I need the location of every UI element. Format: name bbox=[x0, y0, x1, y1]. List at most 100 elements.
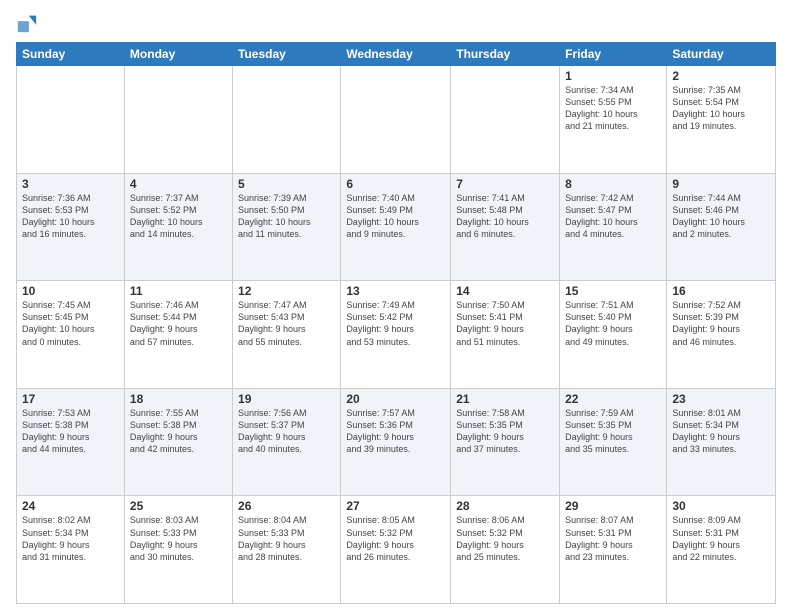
day-number: 15 bbox=[565, 284, 661, 298]
day-info: Sunrise: 7:45 AM Sunset: 5:45 PM Dayligh… bbox=[22, 299, 119, 348]
page: SundayMondayTuesdayWednesdayThursdayFrid… bbox=[0, 0, 792, 612]
calendar-cell: 14Sunrise: 7:50 AM Sunset: 5:41 PM Dayli… bbox=[451, 281, 560, 389]
day-info: Sunrise: 7:55 AM Sunset: 5:38 PM Dayligh… bbox=[130, 407, 227, 456]
logo bbox=[16, 12, 42, 34]
calendar-cell: 10Sunrise: 7:45 AM Sunset: 5:45 PM Dayli… bbox=[17, 281, 125, 389]
day-info: Sunrise: 7:59 AM Sunset: 5:35 PM Dayligh… bbox=[565, 407, 661, 456]
calendar-cell: 27Sunrise: 8:05 AM Sunset: 5:32 PM Dayli… bbox=[341, 496, 451, 604]
calendar-cell: 4Sunrise: 7:37 AM Sunset: 5:52 PM Daylig… bbox=[124, 173, 232, 281]
weekday-header-saturday: Saturday bbox=[667, 43, 776, 66]
day-number: 22 bbox=[565, 392, 661, 406]
day-number: 12 bbox=[238, 284, 335, 298]
day-info: Sunrise: 7:58 AM Sunset: 5:35 PM Dayligh… bbox=[456, 407, 554, 456]
calendar-cell: 15Sunrise: 7:51 AM Sunset: 5:40 PM Dayli… bbox=[560, 281, 667, 389]
calendar-cell: 6Sunrise: 7:40 AM Sunset: 5:49 PM Daylig… bbox=[341, 173, 451, 281]
day-info: Sunrise: 7:34 AM Sunset: 5:55 PM Dayligh… bbox=[565, 84, 661, 133]
weekday-header-row: SundayMondayTuesdayWednesdayThursdayFrid… bbox=[17, 43, 776, 66]
calendar-cell bbox=[233, 66, 341, 174]
calendar-cell: 11Sunrise: 7:46 AM Sunset: 5:44 PM Dayli… bbox=[124, 281, 232, 389]
day-number: 9 bbox=[672, 177, 770, 191]
day-info: Sunrise: 8:02 AM Sunset: 5:34 PM Dayligh… bbox=[22, 514, 119, 563]
day-info: Sunrise: 8:05 AM Sunset: 5:32 PM Dayligh… bbox=[346, 514, 445, 563]
logo-icon bbox=[16, 12, 38, 34]
day-number: 10 bbox=[22, 284, 119, 298]
day-number: 13 bbox=[346, 284, 445, 298]
day-number: 29 bbox=[565, 499, 661, 513]
calendar-cell: 16Sunrise: 7:52 AM Sunset: 5:39 PM Dayli… bbox=[667, 281, 776, 389]
day-number: 2 bbox=[672, 69, 770, 83]
day-number: 5 bbox=[238, 177, 335, 191]
calendar-cell: 28Sunrise: 8:06 AM Sunset: 5:32 PM Dayli… bbox=[451, 496, 560, 604]
day-number: 20 bbox=[346, 392, 445, 406]
day-info: Sunrise: 7:41 AM Sunset: 5:48 PM Dayligh… bbox=[456, 192, 554, 241]
day-number: 30 bbox=[672, 499, 770, 513]
calendar-cell: 26Sunrise: 8:04 AM Sunset: 5:33 PM Dayli… bbox=[233, 496, 341, 604]
calendar-cell: 12Sunrise: 7:47 AM Sunset: 5:43 PM Dayli… bbox=[233, 281, 341, 389]
day-info: Sunrise: 8:07 AM Sunset: 5:31 PM Dayligh… bbox=[565, 514, 661, 563]
calendar-cell: 24Sunrise: 8:02 AM Sunset: 5:34 PM Dayli… bbox=[17, 496, 125, 604]
calendar-cell: 1Sunrise: 7:34 AM Sunset: 5:55 PM Daylig… bbox=[560, 66, 667, 174]
weekday-header-sunday: Sunday bbox=[17, 43, 125, 66]
calendar-week-5: 24Sunrise: 8:02 AM Sunset: 5:34 PM Dayli… bbox=[17, 496, 776, 604]
day-number: 17 bbox=[22, 392, 119, 406]
day-number: 23 bbox=[672, 392, 770, 406]
calendar-cell: 13Sunrise: 7:49 AM Sunset: 5:42 PM Dayli… bbox=[341, 281, 451, 389]
calendar-cell: 30Sunrise: 8:09 AM Sunset: 5:31 PM Dayli… bbox=[667, 496, 776, 604]
day-info: Sunrise: 8:01 AM Sunset: 5:34 PM Dayligh… bbox=[672, 407, 770, 456]
weekday-header-wednesday: Wednesday bbox=[341, 43, 451, 66]
day-info: Sunrise: 8:09 AM Sunset: 5:31 PM Dayligh… bbox=[672, 514, 770, 563]
day-info: Sunrise: 7:56 AM Sunset: 5:37 PM Dayligh… bbox=[238, 407, 335, 456]
calendar-cell: 19Sunrise: 7:56 AM Sunset: 5:37 PM Dayli… bbox=[233, 388, 341, 496]
calendar-cell: 9Sunrise: 7:44 AM Sunset: 5:46 PM Daylig… bbox=[667, 173, 776, 281]
calendar-week-3: 10Sunrise: 7:45 AM Sunset: 5:45 PM Dayli… bbox=[17, 281, 776, 389]
calendar-week-2: 3Sunrise: 7:36 AM Sunset: 5:53 PM Daylig… bbox=[17, 173, 776, 281]
day-number: 25 bbox=[130, 499, 227, 513]
calendar-cell: 18Sunrise: 7:55 AM Sunset: 5:38 PM Dayli… bbox=[124, 388, 232, 496]
day-number: 3 bbox=[22, 177, 119, 191]
calendar-cell: 3Sunrise: 7:36 AM Sunset: 5:53 PM Daylig… bbox=[17, 173, 125, 281]
day-number: 8 bbox=[565, 177, 661, 191]
day-number: 7 bbox=[456, 177, 554, 191]
weekday-header-friday: Friday bbox=[560, 43, 667, 66]
weekday-header-thursday: Thursday bbox=[451, 43, 560, 66]
calendar-cell: 5Sunrise: 7:39 AM Sunset: 5:50 PM Daylig… bbox=[233, 173, 341, 281]
weekday-header-monday: Monday bbox=[124, 43, 232, 66]
day-info: Sunrise: 8:06 AM Sunset: 5:32 PM Dayligh… bbox=[456, 514, 554, 563]
calendar-cell: 8Sunrise: 7:42 AM Sunset: 5:47 PM Daylig… bbox=[560, 173, 667, 281]
day-number: 19 bbox=[238, 392, 335, 406]
calendar-cell bbox=[341, 66, 451, 174]
day-number: 28 bbox=[456, 499, 554, 513]
day-number: 16 bbox=[672, 284, 770, 298]
day-info: Sunrise: 7:35 AM Sunset: 5:54 PM Dayligh… bbox=[672, 84, 770, 133]
day-info: Sunrise: 7:46 AM Sunset: 5:44 PM Dayligh… bbox=[130, 299, 227, 348]
calendar-cell: 23Sunrise: 8:01 AM Sunset: 5:34 PM Dayli… bbox=[667, 388, 776, 496]
day-info: Sunrise: 7:51 AM Sunset: 5:40 PM Dayligh… bbox=[565, 299, 661, 348]
calendar-week-1: 1Sunrise: 7:34 AM Sunset: 5:55 PM Daylig… bbox=[17, 66, 776, 174]
day-info: Sunrise: 8:04 AM Sunset: 5:33 PM Dayligh… bbox=[238, 514, 335, 563]
calendar-cell: 2Sunrise: 7:35 AM Sunset: 5:54 PM Daylig… bbox=[667, 66, 776, 174]
day-number: 27 bbox=[346, 499, 445, 513]
day-info: Sunrise: 7:47 AM Sunset: 5:43 PM Dayligh… bbox=[238, 299, 335, 348]
day-number: 24 bbox=[22, 499, 119, 513]
calendar-week-4: 17Sunrise: 7:53 AM Sunset: 5:38 PM Dayli… bbox=[17, 388, 776, 496]
day-info: Sunrise: 7:39 AM Sunset: 5:50 PM Dayligh… bbox=[238, 192, 335, 241]
day-number: 1 bbox=[565, 69, 661, 83]
day-info: Sunrise: 8:03 AM Sunset: 5:33 PM Dayligh… bbox=[130, 514, 227, 563]
day-info: Sunrise: 7:49 AM Sunset: 5:42 PM Dayligh… bbox=[346, 299, 445, 348]
calendar-cell: 25Sunrise: 8:03 AM Sunset: 5:33 PM Dayli… bbox=[124, 496, 232, 604]
day-info: Sunrise: 7:44 AM Sunset: 5:46 PM Dayligh… bbox=[672, 192, 770, 241]
day-number: 4 bbox=[130, 177, 227, 191]
day-info: Sunrise: 7:36 AM Sunset: 5:53 PM Dayligh… bbox=[22, 192, 119, 241]
calendar-cell: 20Sunrise: 7:57 AM Sunset: 5:36 PM Dayli… bbox=[341, 388, 451, 496]
day-info: Sunrise: 7:52 AM Sunset: 5:39 PM Dayligh… bbox=[672, 299, 770, 348]
calendar-cell: 7Sunrise: 7:41 AM Sunset: 5:48 PM Daylig… bbox=[451, 173, 560, 281]
day-info: Sunrise: 7:42 AM Sunset: 5:47 PM Dayligh… bbox=[565, 192, 661, 241]
day-number: 11 bbox=[130, 284, 227, 298]
day-number: 18 bbox=[130, 392, 227, 406]
calendar-cell bbox=[451, 66, 560, 174]
day-info: Sunrise: 7:57 AM Sunset: 5:36 PM Dayligh… bbox=[346, 407, 445, 456]
day-info: Sunrise: 7:40 AM Sunset: 5:49 PM Dayligh… bbox=[346, 192, 445, 241]
day-number: 6 bbox=[346, 177, 445, 191]
day-info: Sunrise: 7:37 AM Sunset: 5:52 PM Dayligh… bbox=[130, 192, 227, 241]
weekday-header-tuesday: Tuesday bbox=[233, 43, 341, 66]
